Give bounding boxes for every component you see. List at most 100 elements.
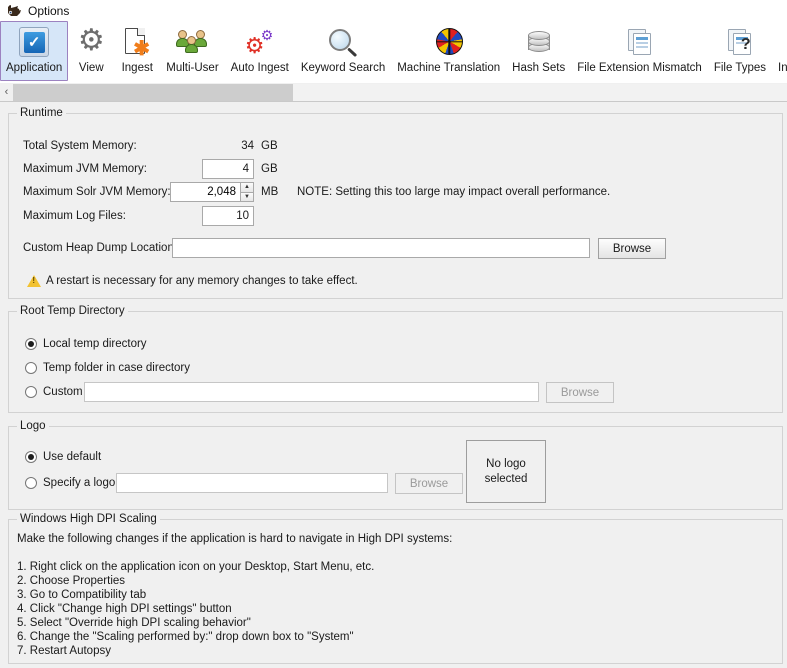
radio-temp-folder-in-case-directory[interactable]: Temp folder in case directory <box>25 362 190 374</box>
high-dpi-step: 1. Right click on the application icon o… <box>17 560 374 574</box>
high-dpi-legend: Windows High DPI Scaling <box>17 513 160 525</box>
database-icon <box>522 25 556 59</box>
options-toolbar: ✓ Application ⚙ View ✱ Ingest <box>0 21 787 83</box>
radio-use-default-logo[interactable]: Use default <box>25 451 101 463</box>
radio-label: Specify a logo <box>43 477 115 489</box>
toolbar-item-file-types[interactable]: ? File Types <box>708 21 772 81</box>
toolbar-item-multi-user[interactable]: Multi-User <box>160 21 224 81</box>
heap-dump-location-input[interactable] <box>172 238 590 258</box>
toolbar-scrollbar[interactable]: ‹ <box>0 83 787 102</box>
radio-label: Custom <box>43 386 83 398</box>
window-title: Options <box>28 4 69 18</box>
scrollbar-track[interactable] <box>13 84 787 101</box>
logo-preview-line1: No logo <box>486 457 526 472</box>
custom-temp-browse-button[interactable]: Browse <box>546 382 614 403</box>
users-group-icon <box>175 25 209 59</box>
toolbar-item-ingest[interactable]: ✱ Ingest <box>114 21 160 81</box>
toolbar-label: Machine Translation <box>397 61 500 75</box>
toolbar-label: File Types <box>714 61 766 75</box>
toolbar-label: Ingest <box>122 61 153 75</box>
toolbar-item-keyword-search[interactable]: Keyword Search <box>295 21 391 81</box>
max-solr-jvm-memory-label: Maximum Solr JVM Memory: <box>23 186 171 198</box>
toolbar-item-application[interactable]: ✓ Application <box>0 21 68 81</box>
radio-icon[interactable] <box>25 362 37 374</box>
max-jvm-memory-unit: GB <box>261 163 278 175</box>
logo-legend: Logo <box>17 420 49 432</box>
toolbar-item-file-extension-mismatch[interactable]: File Extension Mismatch <box>571 21 708 81</box>
root-temp-directory-panel: Root Temp Directory Local temp directory… <box>8 311 783 413</box>
toolbar-item-machine-translation[interactable]: Machine Translation <box>391 21 506 81</box>
total-system-memory-value: 34 <box>214 140 254 152</box>
high-dpi-step: 5. Select "Override high DPI scaling beh… <box>17 616 374 630</box>
max-jvm-memory-label: Maximum JVM Memory: <box>23 163 147 175</box>
globe-icon <box>432 25 466 59</box>
toolbar-label: Hash Sets <box>512 61 565 75</box>
heap-dump-browse-button[interactable]: Browse <box>598 238 666 259</box>
max-solr-jvm-memory-unit: MB <box>261 186 278 198</box>
spinner-down-icon[interactable]: ▼ <box>240 192 254 203</box>
logo-panel: Logo Use default Specify a logo Browse N… <box>8 426 783 510</box>
gear-icon: ⚙ <box>74 25 108 59</box>
restart-warning: A restart is necessary for any memory ch… <box>27 275 358 287</box>
logo-preview: No logo selected <box>466 440 546 503</box>
radio-label: Use default <box>43 451 101 463</box>
heap-dump-location-label: Custom Heap Dump Location: <box>23 242 177 254</box>
high-dpi-intro: Make the following changes if the applic… <box>17 532 452 546</box>
radio-local-temp-directory[interactable]: Local temp directory <box>25 338 147 350</box>
high-dpi-step: 7. Restart Autopsy <box>17 644 374 658</box>
toolbar-label: View <box>79 61 104 75</box>
restart-warning-text: A restart is necessary for any memory ch… <box>46 275 358 287</box>
toolbar-item-interesting-files[interactable]: ✱ Interesting Files <box>772 21 787 81</box>
specify-logo-browse-button[interactable]: Browse <box>395 473 463 494</box>
toolbar-item-hash-sets[interactable]: Hash Sets <box>506 21 571 81</box>
toolbar-label: File Extension Mismatch <box>577 61 702 75</box>
radio-label: Local temp directory <box>43 338 147 350</box>
radio-specify-a-logo[interactable]: Specify a logo <box>25 477 115 489</box>
documents-icon <box>623 25 657 59</box>
high-dpi-step: 2. Choose Properties <box>17 574 374 588</box>
warning-triangle-icon <box>27 275 41 287</box>
toolbar-item-view[interactable]: ⚙ View <box>68 21 114 81</box>
high-dpi-steps: 1. Right click on the application icon o… <box>17 560 374 658</box>
scrollbar-thumb[interactable] <box>13 84 293 101</box>
radio-icon[interactable] <box>25 338 37 350</box>
max-jvm-memory-input[interactable] <box>202 159 254 179</box>
radio-label: Temp folder in case directory <box>43 362 190 374</box>
toolbar-label: Multi-User <box>166 61 218 75</box>
runtime-panel: Runtime Total System Memory: 34 GB Maxim… <box>8 113 783 299</box>
max-solr-jvm-memory-spinner[interactable]: ▲ ▼ <box>170 182 254 202</box>
max-solr-jvm-memory-input[interactable] <box>170 182 240 202</box>
options-dialog: Options ✓ Application ⚙ View ✱ Ingest <box>0 0 787 668</box>
application-checkbox-icon: ✓ <box>17 25 51 59</box>
scroll-left-arrow-icon[interactable]: ‹ <box>0 86 13 98</box>
total-system-memory-unit: GB <box>261 140 278 152</box>
magnifier-icon <box>326 25 360 59</box>
document-star-icon: ✱ <box>120 25 154 59</box>
specify-logo-input[interactable] <box>116 473 388 493</box>
custom-temp-directory-input[interactable] <box>84 382 539 402</box>
max-log-files-input[interactable] <box>202 206 254 226</box>
logo-preview-line2: selected <box>485 472 528 487</box>
documents-question-icon: ? <box>723 25 757 59</box>
radio-icon[interactable] <box>25 451 37 463</box>
toolbar-label: Auto Ingest <box>231 61 289 75</box>
radio-icon[interactable] <box>25 477 37 489</box>
titlebar: Options <box>0 0 787 21</box>
toolbar-label: Interesting Files <box>778 61 787 75</box>
radio-custom-temp-directory[interactable]: Custom <box>25 386 83 398</box>
root-temp-legend: Root Temp Directory <box>17 305 128 317</box>
toolbar-label: Keyword Search <box>301 61 385 75</box>
toolbar-item-auto-ingest[interactable]: ⚙ ⚙ Auto Ingest <box>225 21 295 81</box>
high-dpi-step: 4. Click "Change high DPI settings" butt… <box>17 602 374 616</box>
high-dpi-step: 6. Change the "Scaling performed by:" dr… <box>17 630 374 644</box>
runtime-legend: Runtime <box>17 107 66 119</box>
max-log-files-label: Maximum Log Files: <box>23 210 126 222</box>
double-gear-icon: ⚙ ⚙ <box>243 25 277 59</box>
high-dpi-step: 3. Go to Compatibility tab <box>17 588 374 602</box>
high-dpi-scaling-panel: Windows High DPI Scaling Make the follow… <box>8 519 783 664</box>
autopsy-dog-icon <box>6 4 22 18</box>
total-system-memory-label: Total System Memory: <box>23 140 137 152</box>
spinner-up-icon[interactable]: ▲ <box>240 182 254 192</box>
toolbar-label: Application <box>6 61 62 75</box>
radio-icon[interactable] <box>25 386 37 398</box>
